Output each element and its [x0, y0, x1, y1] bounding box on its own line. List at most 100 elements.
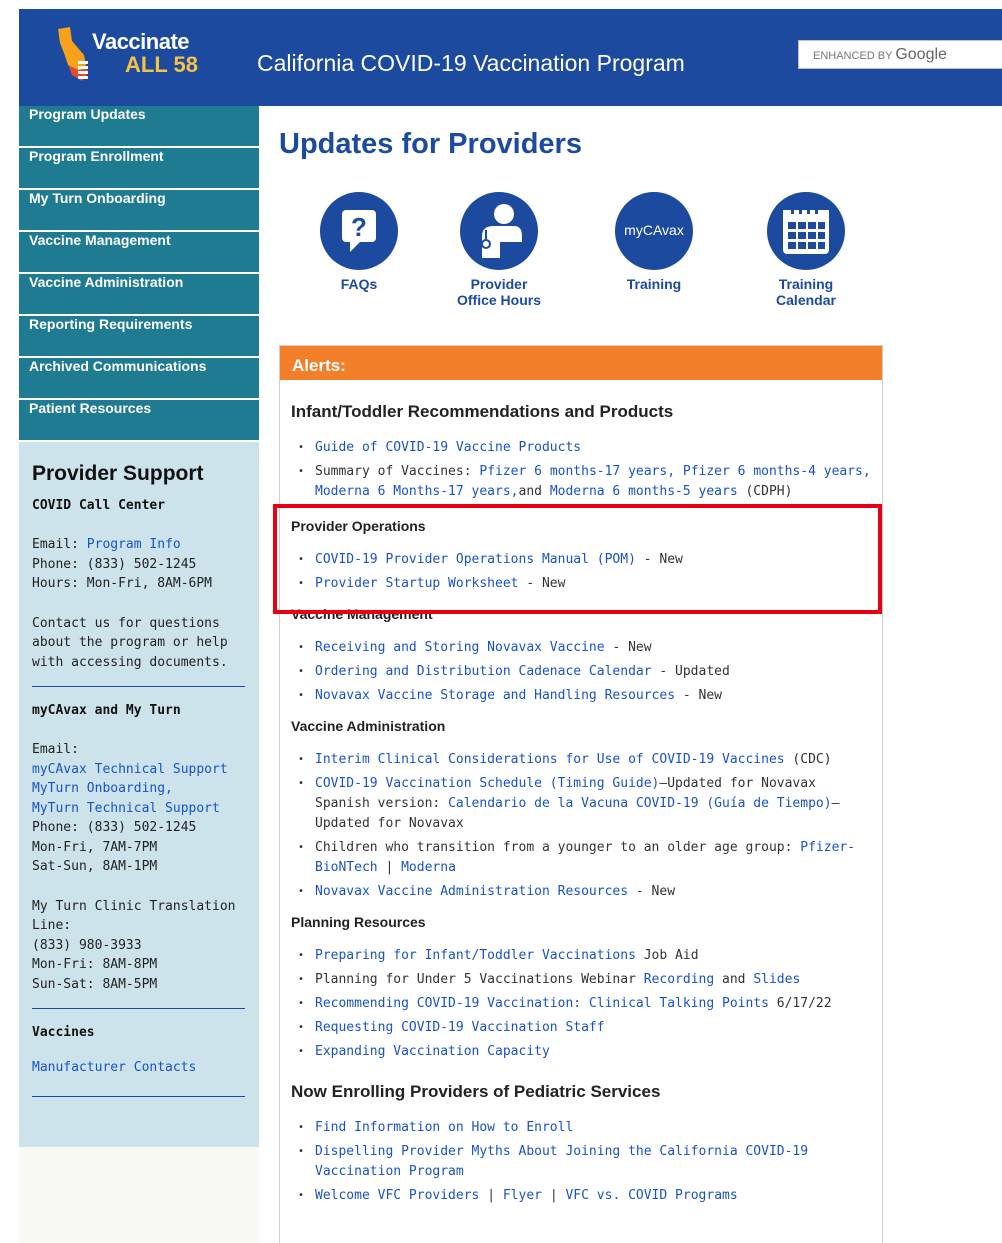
training-calendar-label[interactable]: Training Calendar [756, 276, 856, 308]
interim-clinical-link[interactable]: Interim Clinical Considerations for Use … [315, 752, 785, 767]
program-info-link[interactable]: Program Info [87, 537, 181, 552]
vaccine-admin-title: Vaccine Administration [291, 718, 446, 734]
moderna-link[interactable]: Moderna [401, 860, 456, 875]
faq-tile[interactable]: ? FAQs [309, 192, 409, 292]
list-item: Preparing for Infant/Toddler Vaccination… [293, 946, 872, 966]
vaccine-admin-list: Interim Clinical Considerations for Use … [293, 750, 872, 902]
myturn-onboarding-link[interactable]: MyTurn Onboarding, [32, 781, 173, 796]
nav-vaccine-management[interactable]: Vaccine Management [19, 232, 259, 274]
enrolling-title: Now Enrolling Providers of Pediatric Ser… [291, 1082, 661, 1101]
list-item: Guide of COVID-19 Vaccine Products [293, 438, 872, 458]
faq-label[interactable]: FAQs [309, 276, 409, 292]
training-tile[interactable]: myCAvax Training [604, 192, 704, 292]
list-item: COVID-19 Vaccination Schedule (Timing Gu… [293, 774, 872, 834]
planning-title: Planning Resources [291, 914, 426, 930]
startup-worksheet-link[interactable]: Provider Startup Worksheet [315, 576, 519, 591]
list-item: Novavax Vaccine Storage and Handling Res… [293, 686, 872, 706]
moderna-17y-link[interactable]: Moderna 6 Months-17 years, [315, 484, 519, 499]
list-item: Interim Clinical Considerations for Use … [293, 750, 872, 770]
main-content: Updates for Providers ? FAQs Provider Of… [259, 106, 1002, 1243]
faq-icon[interactable]: ? [320, 192, 398, 270]
list-item: Recommending COVID-19 Vaccination: Clini… [293, 994, 872, 1014]
pom-manual-link[interactable]: COVID-19 Provider Operations Manual (POM… [315, 552, 636, 567]
provider-ops-title: Provider Operations [291, 518, 426, 534]
infant-section-title: Infant/Toddler Recommendations and Produ… [291, 402, 674, 421]
enrolling-list: Find Information on How to Enroll Dispel… [293, 1118, 872, 1206]
logo-text-all58[interactable]: ALL 58 [125, 52, 198, 78]
training-label[interactable]: Training [604, 276, 704, 292]
mycavax-info: Email: myCAvax Technical Support MyTurn … [32, 742, 236, 992]
list-item: Welcome VFC Providers | Flyer | VFC vs. … [293, 1186, 872, 1206]
divider [32, 1008, 245, 1009]
novavax-receiving-link[interactable]: Receiving and Storing Novavax Vaccine [315, 640, 605, 655]
search-branding: ENHANCED BY Google [813, 46, 947, 63]
alerts-header: Alerts: [280, 346, 882, 380]
alerts-panel: Alerts: Infant/Toddler Recommendations a… [279, 345, 883, 1243]
nav-vaccine-administration[interactable]: Vaccine Administration [19, 274, 259, 316]
vaccine-mgmt-list: Receiving and Storing Novavax Vaccine - … [293, 638, 872, 706]
planning-list: Preparing for Infant/Toddler Vaccination… [293, 946, 872, 1062]
expanding-capacity-link[interactable]: Expanding Vaccination Capacity [315, 1044, 550, 1059]
nav-program-updates[interactable]: Program Updates [19, 106, 259, 148]
call-center-title: COVID Call Center [32, 498, 166, 513]
sidebar: Program Updates Program Enrollment My Tu… [19, 106, 259, 1243]
vaccines-title: Vaccines [32, 1025, 95, 1040]
mycavax-support-link[interactable]: myCAvax Technical Support [32, 762, 228, 777]
pfizer-17y-link[interactable]: Pfizer 6 months-17 years, [479, 464, 675, 479]
page-title: Updates for Providers [279, 128, 582, 160]
infant-vaccinations-link[interactable]: Preparing for Infant/Toddler Vaccination… [315, 948, 636, 963]
welcome-vfc-link[interactable]: Welcome VFC Providers [315, 1188, 479, 1203]
moderna-5y-link[interactable]: Moderna 6 months-5 years [550, 484, 738, 499]
mycavax-title: myCAvax and My Turn [32, 703, 181, 718]
nav-archived-communications[interactable]: Archived Communications [19, 358, 259, 400]
office-hours-tile[interactable]: Provider Office Hours [449, 192, 549, 308]
guide-vaccine-products-link[interactable]: Guide of COVID-19 Vaccine Products [315, 440, 581, 455]
list-item: Children who transition from a younger t… [293, 838, 872, 878]
flyer-link[interactable]: Flyer [503, 1188, 542, 1203]
site-title: California COVID-19 Vaccination Program [257, 50, 685, 76]
list-item: Expanding Vaccination Capacity [293, 1042, 872, 1062]
nav-program-enrollment[interactable]: Program Enrollment [19, 148, 259, 190]
list-item: COVID-19 Provider Operations Manual (POM… [293, 550, 872, 570]
search-input[interactable]: ENHANCED BY Google [798, 40, 1002, 69]
list-item: Dispelling Provider Myths About Joining … [293, 1142, 872, 1182]
novavax-admin-link[interactable]: Novavax Vaccine Administration Resources [315, 884, 628, 899]
cadence-calendar-link[interactable]: Ordering and Distribution Cadenace Calen… [315, 664, 652, 679]
how-to-enroll-link[interactable]: Find Information on How to Enroll [315, 1120, 573, 1135]
spanish-timing-guide-link[interactable]: Calendario de la Vacuna COVID-19 (Guía d… [448, 796, 832, 811]
webinar-recording-link[interactable]: Recording [644, 972, 714, 987]
myturn-support-link[interactable]: MyTurn Technical Support [32, 801, 220, 816]
office-hours-label[interactable]: Provider Office Hours [449, 276, 549, 308]
page: Vaccinate ALL 58 California COVID-19 Vac… [0, 0, 1002, 1243]
manufacturer-contacts-link[interactable]: Manufacturer Contacts [32, 1060, 196, 1075]
list-item: Planning for Under 5 Vaccinations Webina… [293, 970, 872, 990]
pfizer-4y-link[interactable]: Pfizer 6 months-4 years, [683, 464, 871, 479]
site-header: Vaccinate ALL 58 California COVID-19 Vac… [19, 9, 1002, 106]
contact-note: Contact us for questions about the progr… [32, 615, 228, 670]
training-calendar-tile[interactable]: Training Calendar [756, 192, 856, 308]
nav-reporting-requirements[interactable]: Reporting Requirements [19, 316, 259, 358]
webinar-slides-link[interactable]: Slides [753, 972, 800, 987]
vfc-vs-covid-link[interactable]: VFC vs. COVID Programs [565, 1188, 737, 1203]
divider [32, 686, 245, 687]
provider-icon[interactable] [460, 192, 538, 270]
talking-points-link[interactable]: Recommending COVID-19 Vaccination: Clini… [315, 996, 769, 1011]
nav-my-turn-onboarding[interactable]: My Turn Onboarding [19, 190, 259, 232]
nav-patient-resources[interactable]: Patient Resources [19, 400, 259, 442]
timing-guide-link[interactable]: COVID-19 Vaccination Schedule (Timing Gu… [315, 776, 659, 791]
calendar-icon[interactable] [767, 192, 845, 270]
infant-list: Guide of COVID-19 Vaccine Products Summa… [293, 438, 872, 502]
list-item: Ordering and Distribution Cadenace Calen… [293, 662, 872, 682]
novavax-storage-link[interactable]: Novavax Vaccine Storage and Handling Res… [315, 688, 675, 703]
divider [32, 1095, 245, 1097]
vaccine-mgmt-title: Vaccine Management [291, 606, 433, 622]
provider-myths-link[interactable]: Dispelling Provider Myths About Joining … [315, 1144, 808, 1179]
call-center-info: Email: Program Info Phone: (833) 502-124… [32, 535, 245, 672]
svg-text:?: ? [351, 212, 367, 242]
list-item: Summary of Vaccines: Pfizer 6 months-17 … [293, 462, 872, 502]
list-item: Find Information on How to Enroll [293, 1118, 872, 1138]
provider-support-panel: Provider Support COVID Call Center Email… [19, 442, 259, 1147]
list-item: Receiving and Storing Novavax Vaccine - … [293, 638, 872, 658]
mycavax-icon[interactable]: myCAvax [615, 192, 693, 270]
requesting-staff-link[interactable]: Requesting COVID-19 Vaccination Staff [315, 1020, 605, 1035]
